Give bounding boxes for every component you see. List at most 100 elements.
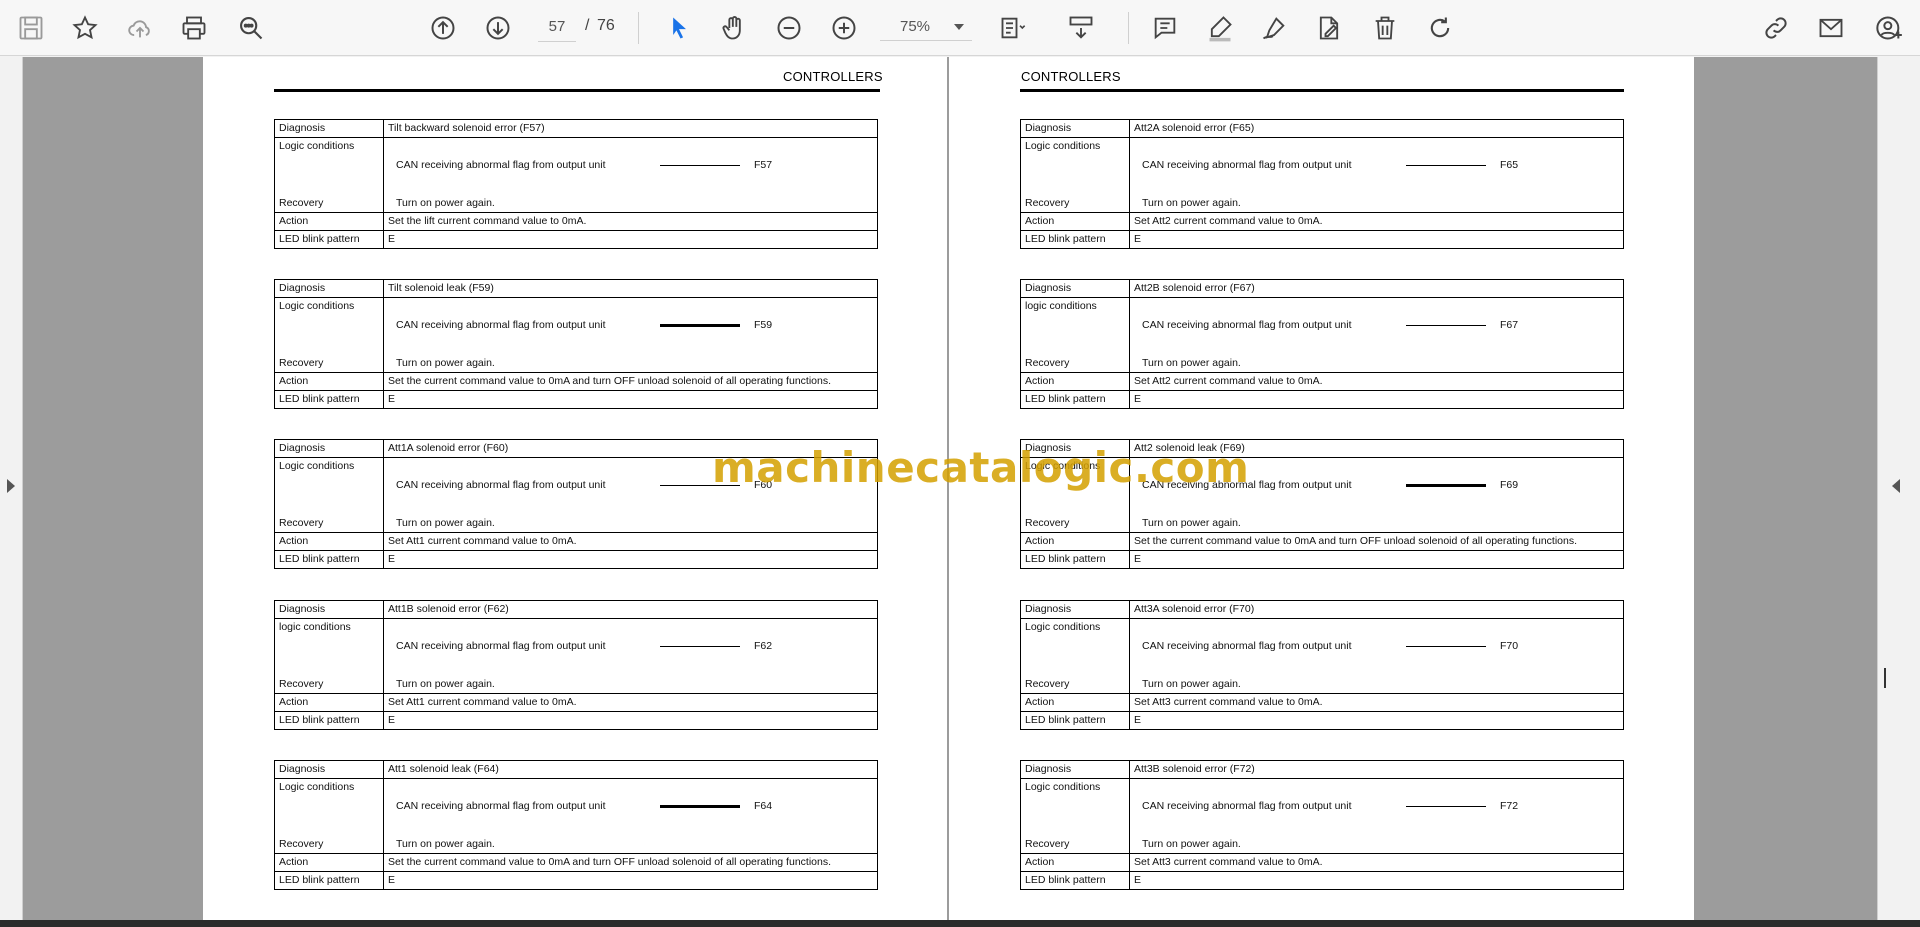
logic-label: logic conditions [1025,300,1097,312]
zoom-out-icon[interactable] [771,10,807,46]
recovery-label: Recovery [279,517,324,529]
fault-code: F57 [754,159,773,171]
diagnosis-value: Tilt backward solenoid error (F57) [383,119,878,138]
fit-page-icon[interactable] [995,10,1031,46]
diagnosis-label: Diagnosis [274,600,384,619]
table-row: LED blink pattern E [1020,550,1624,569]
action-value: Set Att3 current command value to 0mA. [1129,853,1624,872]
table-row: LED blink pattern E [1020,871,1624,890]
action-label: Action [274,212,384,231]
recovery-label: Recovery [1025,357,1070,369]
recovery-label: Recovery [279,678,324,690]
table-row: Logic conditions Recovery CAN receiving ab… [1020,618,1624,694]
logic-condition-text: CAN receiving abnormal flag from output … [396,640,606,652]
diagnosis-table: Diagnosis Att2B solenoid error (F67) logic… [1020,279,1624,409]
recovery-label: Recovery [1025,517,1070,529]
diagnosis-table: Diagnosis Att3B solenoid error (F72) Logic… [1020,760,1624,890]
logic-label: Logic conditions [1025,781,1101,793]
table-row: LED blink pattern E [1020,230,1624,249]
highlight-pen-icon[interactable] [1202,10,1238,46]
table-row: Diagnosis Att1 solenoid leak (F64) [274,760,878,779]
expand-arrow-icon[interactable] [7,479,15,493]
recovery-label: Recovery [279,197,324,209]
logic-label: logic conditions [279,621,351,633]
fault-code: F69 [1500,479,1519,491]
diagnosis-table: Diagnosis Att3A solenoid error (F70) Logic… [1020,600,1624,730]
zoom-value: 75% [900,18,931,35]
table-row: Diagnosis Att3B solenoid error (F72) [1020,760,1624,779]
recovery-value: Turn on power again. [1142,678,1241,690]
cloud-upload-icon[interactable] [122,10,158,46]
table-row: Action Set Att2 current command value to … [1020,212,1624,231]
delete-icon[interactable] [1367,10,1403,46]
share-link-icon[interactable] [1758,10,1794,46]
flag-line [660,165,740,166]
draw-sign-icon[interactable] [1256,10,1292,46]
account-add-icon[interactable] [1871,10,1907,46]
diagnosis-value: Att2A solenoid error (F65) [1129,119,1624,138]
logic-value-cell: CAN receiving abnormal flag from output … [383,778,878,854]
action-value: Set the current command value to 0mA and… [1129,532,1624,551]
table-row: Logic conditions Recovery CAN receiving ab… [1020,778,1624,854]
right-panel-toggle[interactable] [1877,57,1920,920]
rotate-icon[interactable] [1422,10,1458,46]
led-value: E [1129,390,1624,409]
email-icon[interactable] [1813,10,1849,46]
table-row: Logic conditions Recovery CAN receiving ab… [1020,137,1624,213]
diagnosis-label: Diagnosis [1020,119,1130,138]
diagnosis-value: Att1B solenoid error (F62) [383,600,878,619]
toolbar: 57 / 76 75% [0,0,1920,56]
flag-line [660,324,740,327]
scrollbar-marker[interactable] [1884,668,1886,688]
logic-label: Logic conditions [279,140,355,152]
page-up-icon[interactable] [425,10,461,46]
action-label: Action [1020,532,1130,551]
fault-code: F67 [1500,319,1519,331]
comment-icon[interactable] [1147,10,1183,46]
led-value: E [1129,230,1624,249]
page-header: CONTROLLERS [1021,69,1121,84]
table-row: Action Set Att1 current command value to … [274,693,878,712]
header-rule [1020,89,1624,92]
table-row: LED blink pattern E [1020,711,1624,730]
action-value: Set Att1 current command value to 0mA. [383,693,878,712]
diagnosis-label: Diagnosis [274,439,384,458]
led-label: LED blink pattern [1020,230,1130,249]
collapse-arrow-icon[interactable] [1892,479,1900,493]
logic-cell: Logic conditions Recovery [274,778,384,854]
diagnosis-value: Att1 solenoid leak (F64) [383,760,878,779]
recovery-value: Turn on power again. [1142,517,1241,529]
print-icon[interactable] [176,10,212,46]
led-label: LED blink pattern [1020,711,1130,730]
action-value: Set the lift current command value to 0m… [383,212,878,231]
table-row: Diagnosis Tilt backward solenoid error (F… [274,119,878,138]
flag-line [660,646,740,647]
page-number-input[interactable]: 57 [538,13,576,42]
table-row: Action Set Att2 current command value to … [1020,372,1624,391]
save-icon[interactable] [13,10,49,46]
zoom-search-icon[interactable] [233,10,269,46]
toolbar-divider [1128,12,1129,44]
recovery-label: Recovery [1025,678,1070,690]
zoom-level-dropdown[interactable]: 75% [880,13,972,41]
table-row: Diagnosis Tilt solenoid leak (F59) [274,279,878,298]
recovery-value: Turn on power again. [396,517,495,529]
select-cursor-icon[interactable] [661,10,697,46]
hand-pan-icon[interactable] [716,10,752,46]
table-row: Action Set Att3 current command value to … [1020,693,1624,712]
logic-label: Logic conditions [279,781,355,793]
bookmark-star-icon[interactable] [67,10,103,46]
action-label: Action [274,532,384,551]
recovery-label: Recovery [279,838,324,850]
left-panel-toggle[interactable] [0,57,23,920]
recovery-value: Turn on power again. [396,678,495,690]
diagnosis-value: Att3A solenoid error (F70) [1129,600,1624,619]
page-down-icon[interactable] [480,10,516,46]
table-row: LED blink pattern E [274,390,878,409]
edit-pdf-icon[interactable] [1311,10,1347,46]
table-row: logic conditions Recovery CAN receiving ab… [1020,297,1624,373]
table-row: Diagnosis Att2B solenoid error (F67) [1020,279,1624,298]
page-header: CONTROLLERS [783,69,883,84]
zoom-in-icon[interactable] [826,10,862,46]
scroll-mode-icon[interactable] [1063,10,1099,46]
